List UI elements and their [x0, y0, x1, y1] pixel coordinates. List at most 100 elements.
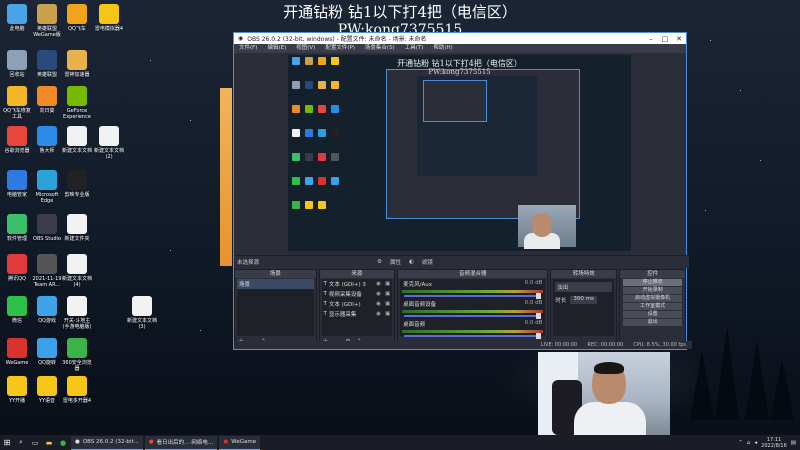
preview-desktop-icon	[331, 81, 339, 89]
desktop-icon[interactable]: Microsoft Edge	[32, 170, 62, 204]
maximize-icon[interactable]: □	[658, 35, 672, 43]
control-button[interactable]: 设置	[623, 311, 683, 318]
desktop-icon[interactable]: 谷歌浏览器	[2, 126, 32, 154]
taskbar-app[interactable]: ● OBS 26.0.2 (32-bit...	[71, 435, 143, 450]
desktop-icon[interactable]: 腾讯QQ	[2, 254, 32, 282]
control-button[interactable]: 退出	[623, 319, 683, 326]
geforce-icon	[67, 86, 87, 106]
lock-icon[interactable]: ▣	[385, 301, 390, 307]
volume-slider[interactable]	[404, 293, 542, 299]
desktop-icon[interactable]: 新建文本文档(3)	[127, 296, 157, 330]
desktop-icon[interactable]: OBS Studio	[32, 214, 62, 242]
lock-icon[interactable]: ▣	[385, 291, 390, 297]
desktop-icon-label: Microsoft Edge	[35, 192, 59, 204]
volume-icon[interactable]: ◂	[754, 440, 757, 446]
filters-button[interactable]: 滤镜	[422, 258, 433, 266]
windows-start-icon[interactable]: ⊞	[0, 435, 14, 450]
desktop-icon[interactable]: 回收站	[2, 50, 32, 78]
taskbar-app[interactable]: ● WeGame	[219, 435, 261, 450]
scene-item[interactable]: 场景	[237, 279, 314, 289]
desktop-icon-label: 回收站	[9, 72, 25, 78]
controls-dock: 控件 停止推流 开始录制 启动虚拟摄像机 工作室模式 设置 退出	[619, 269, 687, 347]
volume-slider[interactable]	[404, 313, 542, 319]
obs-menu-item[interactable]: 视图(V)	[296, 44, 315, 53]
duration-input[interactable]: 300 ms	[570, 296, 597, 304]
browser-360-icon	[67, 338, 87, 358]
desktop-icon[interactable]: 雷电模拟器4	[94, 4, 124, 32]
desktop-icon[interactable]: 360安全浏览器	[62, 338, 92, 372]
mixer-channel-name: 麦克风/Aux	[403, 282, 432, 288]
notification-icon[interactable]: ▤	[791, 440, 796, 446]
text-doc-icon	[67, 296, 87, 316]
desktop-icon[interactable]: 雷电多开器4	[62, 376, 92, 404]
desktop-icon[interactable]: 电脑管家	[2, 170, 32, 198]
minimize-icon[interactable]: –	[644, 35, 658, 43]
control-button[interactable]: 开始录制	[623, 287, 683, 294]
desktop-icon[interactable]: QQ飞车修复工具	[2, 86, 32, 120]
transition-select[interactable]: 淡出	[555, 282, 613, 292]
search-icon[interactable]: ⌕	[14, 435, 28, 450]
desktop-icon[interactable]: 雷神加速器	[62, 50, 92, 78]
control-button[interactable]: 停止推流	[623, 279, 683, 286]
desktop-icon[interactable]: 英雄联盟	[32, 50, 62, 78]
desktop-icon-label: QQ飞车修复工具	[3, 108, 31, 120]
task-view-icon[interactable]: ▭	[28, 435, 42, 450]
filter-icon[interactable]: ◐	[409, 259, 414, 265]
desktop-icon[interactable]: YY语音	[32, 376, 62, 404]
control-button[interactable]: 启动虚拟摄像机	[623, 295, 683, 302]
lock-icon[interactable]: ▣	[385, 311, 390, 317]
chevron-up-icon[interactable]: ⌃	[738, 440, 743, 446]
obs-menu-item[interactable]: 工具(T)	[405, 44, 424, 53]
desktop-icon[interactable]: 新建文本文档	[62, 126, 92, 154]
clock[interactable]: 17:11 2022/8/16	[761, 437, 787, 449]
source-item[interactable]: T 文本 (GDI+) ◉ ▣	[322, 299, 393, 309]
eye-icon[interactable]: ◉	[376, 281, 381, 287]
desktop-icon[interactable]: 剪映专业版	[62, 170, 92, 198]
preview-desktop-icon	[318, 105, 326, 113]
control-button[interactable]: 工作室模式	[623, 303, 683, 310]
desktop-icon[interactable]: GeForce Experience	[62, 86, 92, 120]
eye-icon[interactable]: ◉	[376, 301, 381, 307]
close-icon[interactable]: ✕	[672, 35, 686, 43]
source-item[interactable]: T 显示器采集 ◉ ▣	[322, 309, 393, 319]
obs-menu-item[interactable]: 编辑(E)	[267, 44, 286, 53]
desktop-icon[interactable]: 新建文本文档(2)	[94, 126, 124, 160]
file-explorer-icon[interactable]: ▬	[42, 435, 56, 450]
desktop-icon[interactable]: 新建文件夹	[62, 214, 92, 242]
gear-icon[interactable]: ⚙	[377, 259, 382, 265]
obs-menu-item[interactable]: 场景集合(S)	[365, 44, 395, 53]
taskbar-apps: ● OBS 26.0.2 (32-bit... ● 看日出后的…·网络电… ● WeGam…	[70, 435, 261, 450]
obs-menu-item[interactable]: 帮助(H)	[433, 44, 452, 53]
desktop-icon[interactable]: QQ飞车	[62, 4, 92, 32]
obs-preview[interactable]: 开通钻粉 钻1以下打4把（电信区） PW:kong7375515	[288, 55, 631, 251]
desktop-icon[interactable]: 向日葵	[32, 86, 62, 114]
taskbar-app[interactable]: ● 看日出后的…·网络电…	[144, 435, 218, 450]
webcam-overlay	[538, 352, 670, 435]
network-icon[interactable]: ⌂	[747, 440, 751, 446]
desktop-icon[interactable]: 微信	[2, 296, 32, 324]
obs-menu-item[interactable]: 文件(F)	[239, 44, 257, 53]
obs-menu-item[interactable]: 配置文件(P)	[325, 44, 355, 53]
taskbar-app-label: OBS 26.0.2 (32-bit...	[82, 439, 139, 445]
desktop-icon[interactable]: 软件管理	[2, 214, 32, 242]
source-item[interactable]: T 视频采集设备 ◉ ▣	[322, 289, 393, 299]
desktop-icon[interactable]: 开关·斗地主(手游电脑版)	[62, 296, 92, 330]
desktop-icon[interactable]: QQ游戏	[32, 296, 62, 324]
lock-icon[interactable]: ▣	[385, 281, 390, 287]
properties-button[interactable]: 属性	[390, 258, 401, 266]
browser-360-icon[interactable]: ●	[56, 435, 70, 450]
desktop-icon[interactable]: QQ旋转	[32, 338, 62, 366]
desktop-icon-label: 雷电模拟器4	[94, 26, 124, 32]
desktop-icon[interactable]: WeGame	[2, 338, 32, 366]
desktop-icon[interactable]: 鲁大师	[32, 126, 62, 154]
desktop-icon[interactable]: 英雄联盟WeGame版	[32, 4, 62, 38]
desktop-icons: 此电脑 英雄联盟WeGame版 QQ飞车 雷电模拟器4 回收站 英雄联盟 雷神加速器 QQ飞车…	[2, 4, 157, 424]
desktop-icon[interactable]: 此电脑	[2, 4, 32, 32]
volume-slider[interactable]	[404, 333, 542, 339]
eye-icon[interactable]: ◉	[376, 291, 381, 297]
desktop-icon[interactable]: YY开播	[2, 376, 32, 404]
desktop-icon[interactable]: 新建文本文档(4)	[62, 254, 92, 288]
source-item[interactable]: T 文本 (GDI+) 3 ◉ ▣	[322, 279, 393, 289]
eye-icon[interactable]: ◉	[376, 311, 381, 317]
desktop-icon[interactable]: 2021-11-19 Team AR...	[32, 254, 62, 288]
